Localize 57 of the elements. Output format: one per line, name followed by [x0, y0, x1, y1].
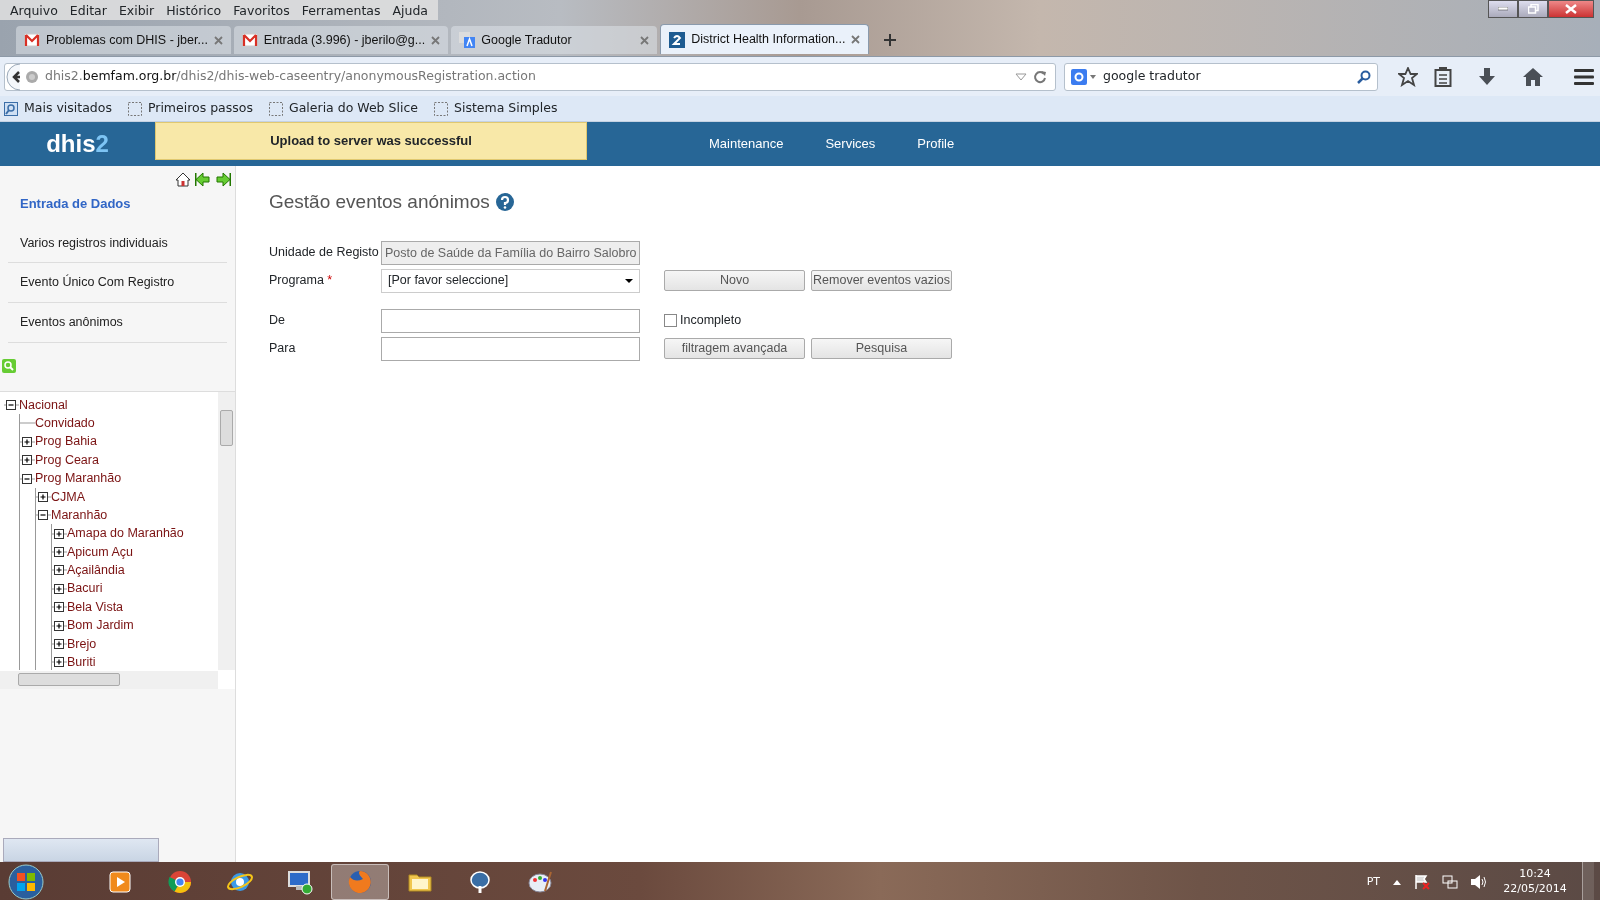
checkbox-label: Incompleto — [680, 312, 742, 330]
bookmark-link[interactable]: Galeria do Web Slice — [289, 99, 418, 118]
tree-item[interactable]: Brejo — [67, 634, 97, 654]
url-text: dhis2.bemfam.org.br/dhis2/dhis-web-caseentry/anonymousRegistration.action — [45, 67, 537, 86]
tree-item[interactable]: Prog Ceara — [35, 450, 99, 470]
browser-tab[interactable]: District Health Information... — [660, 24, 870, 54]
language-indicator[interactable]: PT — [1366, 873, 1380, 891]
tree-item[interactable]: Prog Maranhão — [35, 469, 122, 488]
form-button[interactable]: filtragem avançada — [664, 338, 805, 359]
field-label: De — [269, 313, 285, 328]
nav-link[interactable]: Maintenance — [709, 134, 784, 154]
notification-banner: Upload to server was successful — [155, 122, 587, 160]
bookmark-link[interactable]: Primeiros passos — [147, 99, 253, 118]
tree-item[interactable]: Apicum Açu — [67, 542, 133, 562]
tree-item[interactable]: CJMA — [51, 487, 86, 507]
sidebar-heading[interactable]: Entrada de Dados — [0, 166, 235, 224]
sidebar-item[interactable]: Evento Único Com Registro — [8, 263, 227, 303]
form-button[interactable]: Novo — [664, 270, 805, 291]
sidebar-item[interactable]: Varios registros individuais — [8, 223, 227, 264]
clock-date[interactable]: 22/05/2014 — [1500, 882, 1570, 897]
tree-item[interactable]: Nacional — [19, 395, 68, 415]
clock-time[interactable]: 10:24 — [1500, 867, 1570, 882]
menu-item[interactable]: Editar — [63, 0, 113, 20]
tree-item[interactable]: Bom Jardim — [67, 616, 134, 635]
tree-item[interactable]: Bela Vista — [67, 597, 124, 617]
menu-item[interactable]: Arquivo — [4, 0, 64, 20]
search-field[interactable]: google tradutor — [1064, 62, 1378, 91]
logo[interactable]: dhis2 — [0, 126, 155, 162]
address-bar[interactable]: dhis2.bemfam.org.br/dhis2/dhis-web-caseentry/anonymousRegistration.action — [4, 62, 1056, 91]
tree-item[interactable]: Açailândia — [67, 561, 125, 580]
tree-item[interactable]: Prog Bahia — [35, 432, 97, 452]
menu-item[interactable]: Exibir — [112, 0, 161, 20]
menu-item[interactable]: Ferramentas — [295, 0, 387, 20]
field-label: Unidade de Registo — [269, 245, 379, 260]
menu-item[interactable]: Ajuda — [386, 0, 435, 20]
search-text: google tradutor — [1103, 67, 1202, 86]
menu-item[interactable]: Histórico — [160, 0, 228, 20]
field-label: Programa * — [269, 273, 333, 288]
sidebar-item[interactable]: Eventos anônimos — [8, 303, 227, 343]
tree-item[interactable]: Maranhão — [51, 505, 108, 525]
bookmark-link[interactable]: Mais visitados — [24, 99, 112, 118]
tree-item[interactable]: Amapa do Maranhão — [67, 524, 184, 544]
nav-link[interactable]: Profile — [917, 134, 955, 154]
form-button[interactable]: Pesquisa — [811, 338, 952, 359]
bookmark-link[interactable]: Sistema Simples — [453, 99, 558, 118]
tree-item[interactable]: Convidado — [35, 413, 95, 433]
menu-item[interactable]: Favoritos — [227, 0, 296, 20]
form-button[interactable]: Remover eventos vazios — [811, 270, 952, 291]
tree-item[interactable]: Buriti — [67, 653, 96, 670]
tree-item[interactable]: Bacuri — [67, 579, 103, 599]
browser-tab[interactable]: Entrada (3.996) - jberilo@g... — [233, 26, 449, 54]
field-label: Para — [269, 341, 296, 356]
nav-link[interactable]: Services — [825, 134, 876, 154]
browser-tab[interactable]: Google Tradutor — [451, 26, 658, 54]
browser-tab[interactable]: Problemas com DHIS - jber... — [16, 26, 231, 54]
page-title: Gestão eventos anónimos — [269, 190, 490, 214]
select-field[interactable]: [Por favor seleccione] — [381, 268, 640, 293]
